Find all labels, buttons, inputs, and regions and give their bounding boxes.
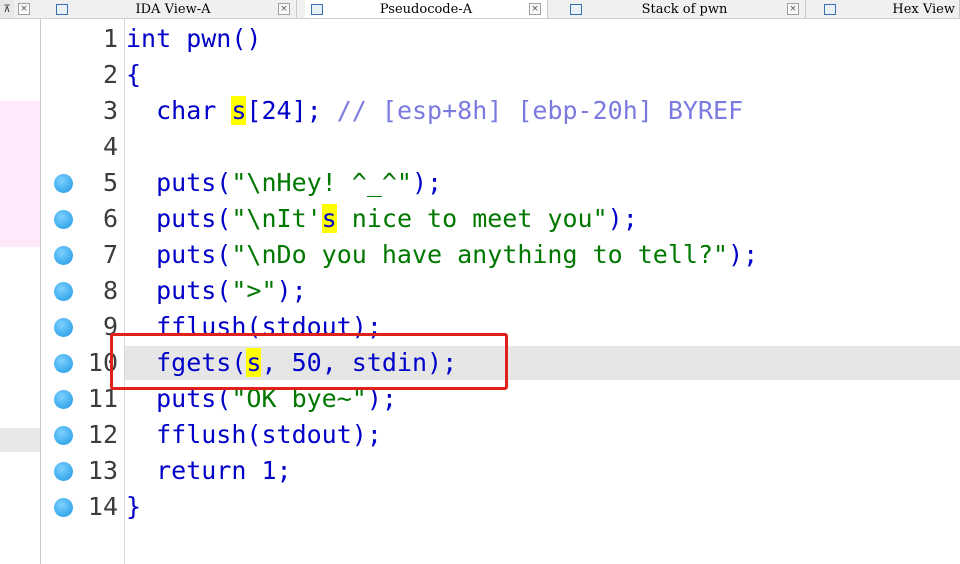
line-number: 14 <box>87 492 118 521</box>
breakpoint-marker-icon[interactable] <box>54 246 73 265</box>
annotation-highlight-box <box>110 333 508 390</box>
code-token: } <box>126 492 142 521</box>
close-icon[interactable]: × <box>529 3 541 15</box>
string-literal: "\nIt' <box>231 204 322 233</box>
string-literal: ">" <box>231 276 277 305</box>
side-panel <box>0 19 41 564</box>
tab-label: Hex View <box>892 1 955 17</box>
side-selected-row[interactable] <box>0 428 40 452</box>
breakpoint-marker-icon[interactable] <box>54 390 73 409</box>
code-token: [24]; <box>246 96 337 125</box>
code-text[interactable]: puts("\nIt's nice to meet you"); <box>126 201 638 237</box>
code-line[interactable]: 3 char s[24]; // [esp+8h] [ebp-20h] BYRE… <box>42 93 960 129</box>
code-token: ); <box>607 204 638 233</box>
breakpoint-marker-icon[interactable] <box>54 498 73 517</box>
string-literal: "\nDo you have anything to tell?" <box>231 240 729 269</box>
code-line[interactable]: 5 puts("\nHey! ^_^"); <box>42 165 960 201</box>
code-token: puts( <box>126 276 232 305</box>
string-literal: "\nHey! ^_^" <box>231 168 412 197</box>
code-line[interactable]: 2{ <box>42 57 960 93</box>
code-token: puts( <box>126 168 232 197</box>
line-number: 13 <box>87 456 118 485</box>
code-token: puts( <box>126 204 232 233</box>
code-token: ); <box>276 276 307 305</box>
code-text[interactable]: } <box>126 489 141 525</box>
line-number: 4 <box>102 132 118 161</box>
code-token: puts( <box>126 240 232 269</box>
code-line[interactable]: 1 int pwn() <box>42 21 960 57</box>
line-number: 6 <box>102 204 118 233</box>
code-token: fflush(stdout); <box>126 420 382 449</box>
code-text[interactable]: puts(">"); <box>126 273 307 309</box>
line-number: 12 <box>87 420 118 449</box>
code-token: char <box>126 96 232 125</box>
tab-label: Stack of pwn <box>641 1 728 17</box>
close-icon[interactable]: × <box>787 3 799 15</box>
code-comment: // [esp+8h] [ebp-20h] BYREF <box>336 96 744 125</box>
code-line[interactable]: 12 fflush(stdout); <box>42 417 960 453</box>
pseudocode-icon <box>311 3 323 15</box>
code-text[interactable]: char s[24]; // [esp+8h] [ebp-20h] BYREF <box>126 93 743 129</box>
line-number: 3 <box>102 96 118 125</box>
tab-hex-view[interactable]: Hex View <box>818 0 960 18</box>
line-number: 1 <box>102 24 118 53</box>
tab-pseudocode-a[interactable]: Pseudocode-A × <box>305 0 548 18</box>
code-line[interactable]: 13 return 1; <box>42 453 960 489</box>
stack-icon <box>570 3 582 15</box>
code-line[interactable]: 6 puts("\nIt's nice to meet you"); <box>42 201 960 237</box>
code-line[interactable]: 8 puts(">"); <box>42 273 960 309</box>
code-token: int pwn() <box>126 24 262 53</box>
breakpoint-marker-icon[interactable] <box>54 174 73 193</box>
breakpoint-marker-icon[interactable] <box>54 462 73 481</box>
tab-label: IDA View-A <box>135 1 211 17</box>
code-line[interactable]: 7 puts("\nDo you have anything to tell?"… <box>42 237 960 273</box>
breakpoint-marker-icon[interactable] <box>54 210 73 229</box>
breakpoint-marker-icon[interactable] <box>54 318 73 337</box>
line-number: 8 <box>102 276 118 305</box>
disassembly-icon <box>56 3 68 15</box>
breakpoint-marker-icon[interactable] <box>54 426 73 445</box>
side-highlight-block <box>0 101 40 247</box>
tab-label: Pseudocode-A <box>379 1 473 17</box>
code-token: { <box>126 60 142 89</box>
breakpoint-marker-icon[interactable] <box>54 282 73 301</box>
close-icon[interactable]: × <box>18 3 30 15</box>
hex-icon <box>824 3 836 15</box>
pin-icon[interactable]: ⊼ <box>0 0 14 18</box>
highlighted-variable: s <box>321 204 337 233</box>
code-token: return 1; <box>126 456 292 485</box>
breakpoint-marker-icon[interactable] <box>54 354 73 373</box>
line-number: 5 <box>102 168 118 197</box>
tab-stack-of-pwn[interactable]: Stack of pwn × <box>564 0 806 18</box>
code-token: ); <box>411 168 443 197</box>
line-number: 7 <box>102 240 118 269</box>
code-line[interactable]: 4 <box>42 129 960 165</box>
code-text[interactable]: puts("\nDo you have anything to tell?"); <box>126 237 758 273</box>
code-token: ); <box>728 240 759 269</box>
line-number: 2 <box>102 60 118 89</box>
code-text[interactable]: fflush(stdout); <box>126 417 382 453</box>
code-text[interactable]: { <box>126 57 141 93</box>
code-line[interactable]: 14} <box>42 489 960 525</box>
tab-ida-view-a[interactable]: IDA View-A × <box>50 0 297 18</box>
code-text[interactable]: int pwn() <box>126 21 261 57</box>
code-text[interactable]: puts("\nHey! ^_^"); <box>126 165 442 201</box>
code-text[interactable]: return 1; <box>126 453 292 489</box>
highlighted-variable: s <box>231 96 247 125</box>
string-literal: nice to meet you" <box>336 204 608 233</box>
close-icon[interactable]: × <box>278 3 290 15</box>
tab-bar: ⊼ × IDA View-A × Pseudocode-A × Stack of… <box>0 0 960 19</box>
